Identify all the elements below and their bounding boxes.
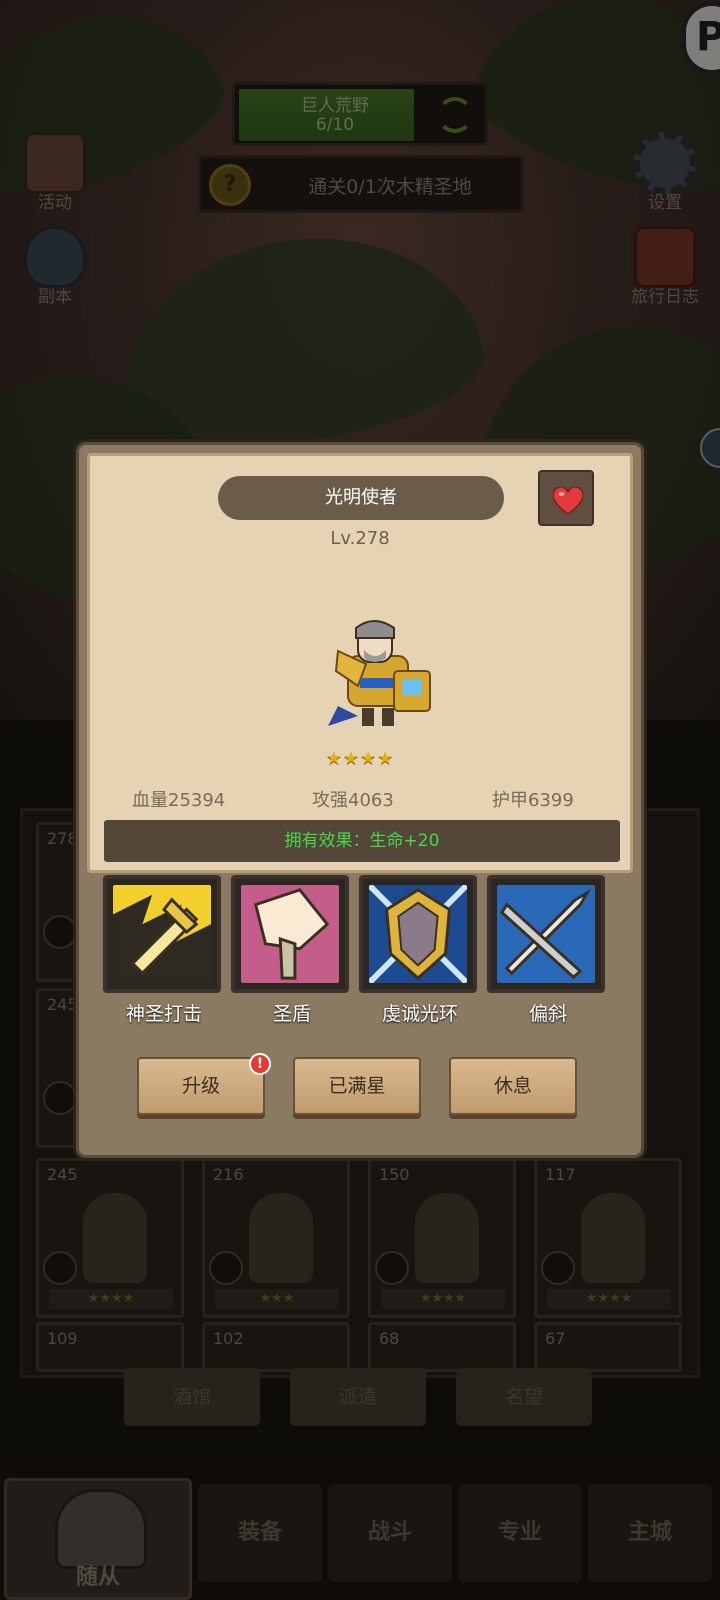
rest-button[interactable]: 休息 [449,1057,577,1115]
stat-attack: 攻强4063 [312,790,394,811]
skill-divine-shield[interactable]: 圣盾 [231,875,353,1026]
deflection-icon [497,885,595,983]
hero-name: 光明使者 [218,476,504,520]
skill-name: 神圣打击 [125,1003,202,1025]
skill-holy-strike[interactable]: 神圣打击 [103,875,225,1026]
owned-effect: 拥有效果：生命+20 [104,820,620,862]
skill-name: 偏斜 [528,1003,567,1025]
hero-info-panel: 光明使者 Lv.278 ★★★★ 血量25394 攻强4063 护甲6399 拥… [87,453,633,873]
skill-devotion-aura[interactable]: 虔诚光环 [359,875,481,1026]
heart-icon [553,487,583,515]
alert-icon: ! [249,1053,271,1075]
hero-stars: ★★★★ [325,748,395,769]
hero-detail-dialog: 光明使者 Lv.278 ★★★★ 血量25394 攻强4063 护甲6399 拥… [76,442,644,1158]
devotion-aura-icon [369,885,467,983]
holy-strike-icon [113,885,211,983]
hero-portrait [328,620,431,726]
max-star-button[interactable]: 已满星 [293,1057,421,1115]
stat-hp: 血量25394 [132,790,226,811]
divine-shield-icon [241,885,339,983]
skill-deflection[interactable]: 偏斜 [487,875,609,1026]
favorite-button[interactable] [538,470,594,526]
skill-name: 圣盾 [272,1003,311,1025]
stat-armor: 护甲6399 [492,790,574,811]
hero-level: Lv.278 [330,528,390,549]
upgrade-button[interactable]: 升级 ! [137,1053,271,1115]
skill-name: 虔诚光环 [381,1003,458,1025]
upgrade-label: 升级 [181,1075,220,1097]
